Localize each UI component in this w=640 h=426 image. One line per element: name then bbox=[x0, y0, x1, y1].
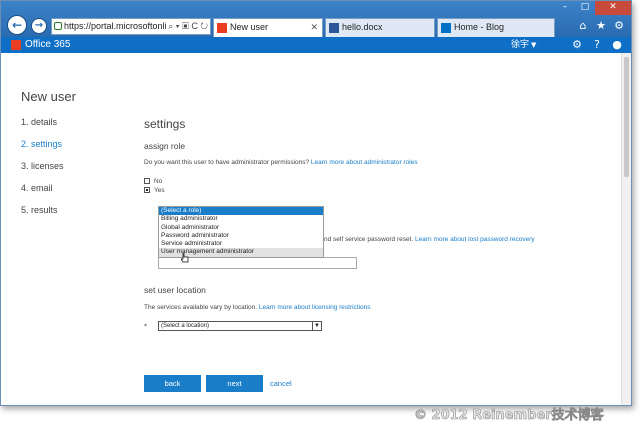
tab-home-blog[interactable]: Home - Blog bbox=[437, 18, 555, 37]
next-button[interactable]: next bbox=[206, 375, 263, 392]
password-recovery-link[interactable]: Learn more about lost password recovery bbox=[415, 236, 535, 243]
role-dropdown-list[interactable]: (Select a role) Billing administrator Gl… bbox=[158, 206, 324, 258]
admin-roles-link[interactable]: Learn more about administrator roles bbox=[311, 159, 418, 166]
role-option[interactable]: Billing administrator bbox=[159, 215, 323, 223]
tab-label: New user bbox=[230, 22, 269, 32]
no-checkbox[interactable] bbox=[144, 178, 150, 184]
location-select[interactable]: (Select a location) ▼ bbox=[158, 321, 322, 331]
chevron-down-icon: ▼ bbox=[312, 322, 321, 330]
browser-window: ← → https://portal.microsoftonli... ⌕ ▾ … bbox=[0, 0, 632, 406]
role-option-no[interactable]: No bbox=[144, 178, 162, 186]
minimize-button[interactable]: – bbox=[555, 1, 575, 15]
vertical-scrollbar[interactable] bbox=[621, 53, 631, 405]
window-controls: – □ ✕ bbox=[555, 1, 631, 15]
wizard-steps: 1. details 2. settings 3. licenses 4. em… bbox=[21, 115, 64, 225]
address-actions[interactable]: ⌕ ▾ ▣ C ↻ bbox=[166, 19, 208, 34]
gear-icon[interactable]: ⚙ bbox=[613, 19, 625, 33]
step-settings[interactable]: 2. settings bbox=[21, 137, 64, 159]
scrollbar-thumb[interactable] bbox=[624, 57, 629, 177]
step-licenses[interactable]: 3. licenses bbox=[21, 159, 64, 181]
help-icon[interactable]: ? bbox=[591, 38, 603, 52]
user-name: 徐宇 bbox=[511, 40, 530, 50]
lock-icon bbox=[54, 22, 62, 30]
password-reset-desc: nd self service password reset. bbox=[324, 236, 416, 243]
user-menu[interactable]: 徐宇 ▼ bbox=[511, 39, 536, 51]
licensing-restrictions-link[interactable]: Learn more about licensing restrictions bbox=[259, 304, 371, 311]
yes-checkbox[interactable] bbox=[144, 187, 150, 193]
tab-new-user[interactable]: New user ✕ bbox=[213, 18, 323, 37]
section-heading: settings bbox=[144, 117, 186, 131]
browser-toolbar-icons: ⌂ ★ ⚙ bbox=[577, 19, 625, 33]
back-arrow-icon[interactable]: ← bbox=[7, 15, 27, 35]
step-email[interactable]: 4. email bbox=[21, 181, 64, 203]
assign-role-heading: assign role bbox=[144, 141, 186, 151]
admin-question: Do you want this user to have administra… bbox=[144, 159, 418, 166]
hand-cursor-icon bbox=[181, 253, 189, 263]
star-icon[interactable]: ★ bbox=[595, 19, 607, 33]
admin-question-text: Do you want this user to have administra… bbox=[144, 159, 311, 166]
office365-logo[interactable]: Office 365 bbox=[11, 39, 70, 51]
yes-label: Yes bbox=[154, 187, 165, 194]
watermark: © 2012 Reinember技术博客 bbox=[414, 408, 604, 424]
page-content: New user 1. details 2. settings 3. licen… bbox=[1, 53, 631, 405]
user-icon[interactable]: ● bbox=[611, 38, 623, 52]
location-desc: The services available vary by location. bbox=[144, 304, 259, 311]
office365-topbar: Office 365 徐宇 ▼ ⚙ ? ● bbox=[1, 37, 631, 53]
location-text: The services available vary by location.… bbox=[144, 304, 371, 311]
topbar-icons: ⚙ ? ● bbox=[571, 38, 623, 52]
tab-label: hello.docx bbox=[342, 22, 383, 32]
home-icon[interactable]: ⌂ bbox=[577, 19, 589, 33]
tab-close-icon[interactable]: ✕ bbox=[310, 19, 318, 36]
office-favicon-icon bbox=[217, 23, 227, 33]
back-button[interactable]: back bbox=[144, 375, 201, 392]
settings-gear-icon[interactable]: ⚙ bbox=[571, 38, 583, 52]
close-button[interactable]: ✕ bbox=[595, 1, 631, 15]
location-select-value: (Select a location) bbox=[161, 323, 210, 329]
page-title: New user bbox=[21, 89, 76, 104]
role-option[interactable]: (Select a role) bbox=[159, 207, 323, 216]
password-reset-text: nd self service password reset. Learn mo… bbox=[324, 236, 535, 243]
word-favicon-icon bbox=[329, 23, 339, 33]
tab-label: Home - Blog bbox=[454, 22, 505, 32]
logo-text: Office 365 bbox=[25, 39, 71, 50]
cancel-link[interactable]: cancel bbox=[270, 375, 292, 392]
no-label: No bbox=[154, 178, 163, 185]
role-option[interactable]: Password administrator bbox=[159, 232, 323, 240]
browser-chrome: ← → https://portal.microsoftonli... ⌕ ▾ … bbox=[1, 1, 631, 37]
forward-arrow-icon[interactable]: → bbox=[31, 18, 47, 34]
office-logo-icon bbox=[11, 40, 21, 50]
required-marker: * bbox=[144, 323, 147, 330]
tab-hello-docx[interactable]: hello.docx bbox=[325, 18, 435, 37]
sharepoint-favicon-icon bbox=[441, 23, 451, 33]
chevron-down-icon: ▼ bbox=[531, 41, 537, 49]
step-results[interactable]: 5. results bbox=[21, 203, 64, 225]
location-heading: set user location bbox=[144, 285, 206, 295]
step-details[interactable]: 1. details bbox=[21, 115, 64, 137]
address-text: https://portal.microsoftonli... bbox=[64, 21, 175, 31]
role-option[interactable]: Service administrator bbox=[159, 240, 323, 248]
role-option[interactable]: Global administrator bbox=[159, 224, 323, 232]
role-option-yes[interactable]: Yes bbox=[144, 187, 165, 195]
address-bar[interactable]: https://portal.microsoftonli... ⌕ ▾ ▣ C … bbox=[51, 18, 211, 35]
maximize-button[interactable]: □ bbox=[575, 1, 595, 15]
